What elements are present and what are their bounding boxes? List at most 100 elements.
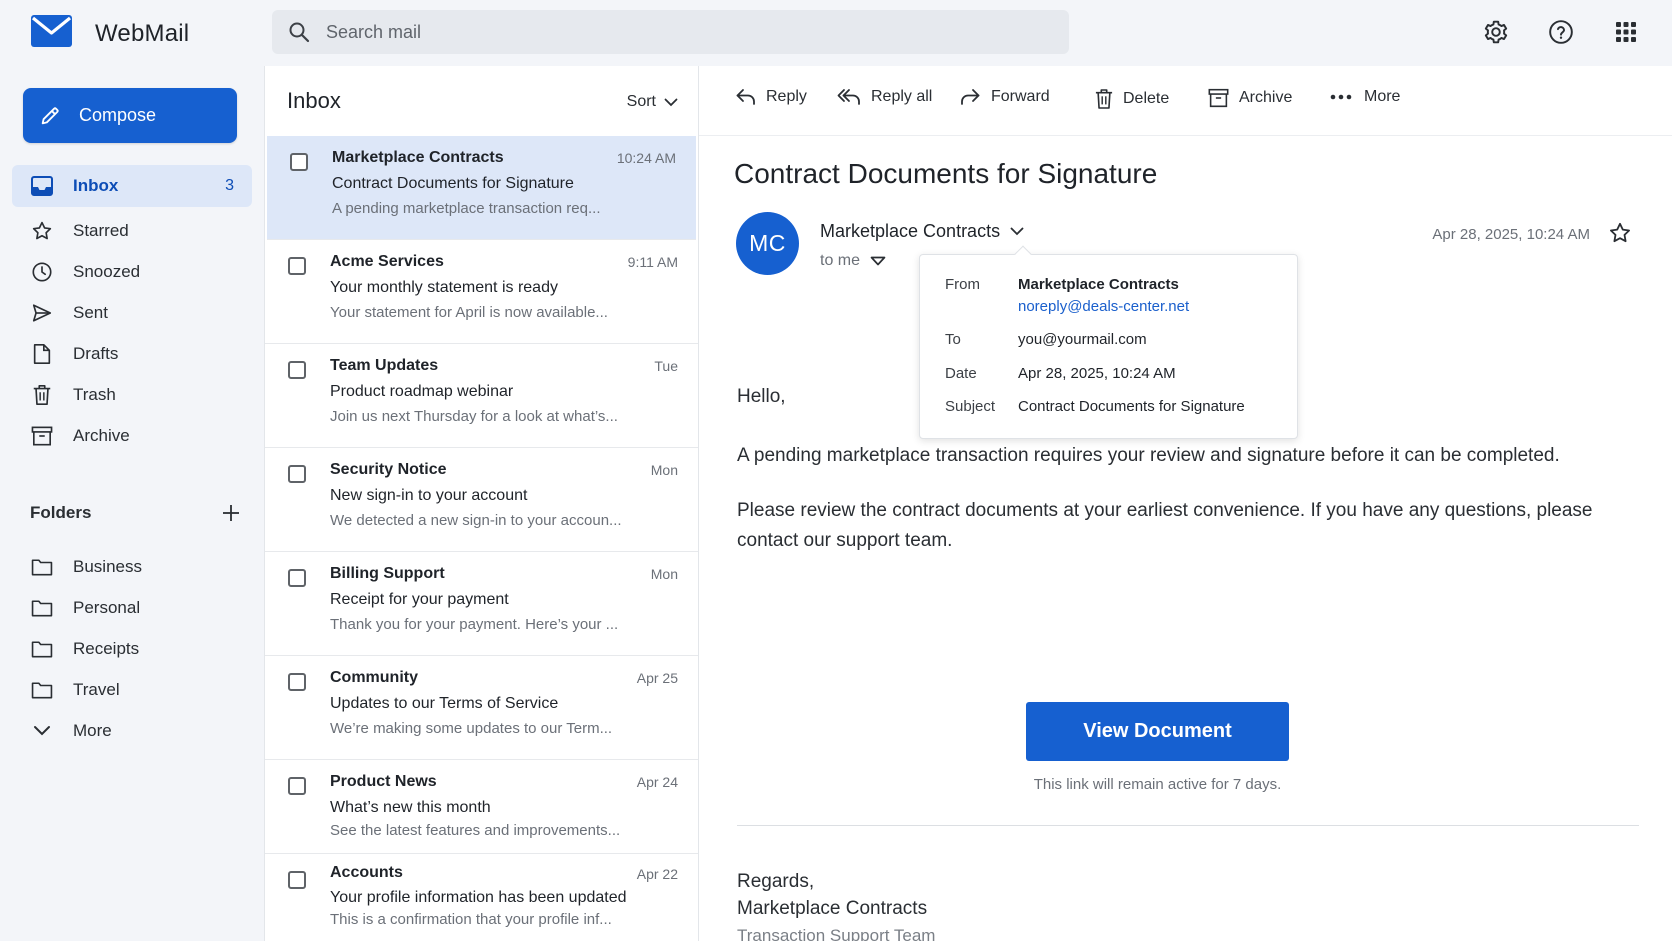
trash-icon [30, 383, 54, 407]
forward-icon [959, 88, 991, 106]
search-input[interactable] [326, 21, 1026, 43]
folder-icon [30, 596, 54, 620]
folders-header: Folders [30, 503, 240, 523]
email-subject: Your profile information has been update… [330, 889, 627, 906]
delete-button[interactable]: Delete [1095, 88, 1169, 110]
detail-label: Subject [945, 398, 996, 415]
sidebar-item-label: Archive [73, 425, 130, 445]
divider [737, 825, 1639, 826]
more-actions-button[interactable]: More [1330, 88, 1400, 106]
star-icon [30, 219, 54, 243]
recipient-label: to me [820, 252, 861, 269]
sidebar-item-snoozed[interactable]: Snoozed [12, 251, 252, 292]
sender-name[interactable]: Marketplace Contracts [820, 221, 1024, 242]
sender-name-text: Marketplace Contracts [820, 221, 1001, 241]
add-folder-plus-icon[interactable] [222, 504, 240, 522]
avatar: MC [736, 212, 799, 275]
detail-value: you@yourmail.com [1018, 331, 1147, 348]
folder-item-more[interactable]: More [12, 710, 252, 751]
sender-details-popup: From Marketplace Contracts noreply@deals… [919, 245, 1298, 439]
signature-name: Marketplace Contracts [737, 898, 928, 919]
sidebar-item-trash[interactable]: Trash [12, 374, 252, 415]
reply-all-button[interactable]: Reply all [837, 88, 932, 106]
reply-all-label: Reply all [871, 88, 933, 105]
mailbox-nav: Inbox 3 Starred Snoozed Sent Drafts Tras… [12, 165, 252, 456]
delete-label: Delete [1123, 90, 1170, 107]
sign-off: Regards, [737, 871, 815, 892]
email-subject: What’s new this month [330, 799, 491, 816]
folder-label: Travel [73, 679, 120, 699]
folder-label: Receipts [73, 638, 140, 658]
folder-item-travel[interactable]: Travel [12, 669, 252, 710]
sidebar-item-starred[interactable]: Starred [12, 210, 252, 251]
star-icon[interactable] [1608, 221, 1632, 250]
row-checkbox[interactable] [288, 777, 306, 795]
folder-list: Business Personal Receipts Travel More [12, 546, 252, 751]
view-document-button[interactable]: View Document [1026, 702, 1289, 761]
more-dots-icon [1330, 94, 1364, 100]
email-time: Mon [650, 462, 678, 478]
sidebar-item-archive[interactable]: Archive [12, 415, 252, 456]
email-snippet: We detected a new sign-in to your accoun… [330, 512, 622, 529]
compose-button[interactable]: Compose [23, 88, 237, 143]
email-time: Tue [654, 358, 678, 374]
table-row[interactable]: Acme Services 9:11 AM Your monthly state… [265, 240, 698, 344]
email-sender: Accounts [330, 864, 403, 881]
table-row[interactable]: Team Updates Tue Product roadmap webinar… [265, 344, 698, 448]
row-checkbox[interactable] [288, 257, 306, 275]
caret-down-icon [860, 256, 886, 266]
link-expiry-note: This link will remain active for 7 days. [1033, 776, 1282, 793]
row-checkbox[interactable] [288, 871, 306, 889]
detail-label: Date [945, 365, 977, 382]
sidebar-item-label: Starred [73, 220, 129, 240]
search-bar[interactable] [272, 10, 1069, 54]
trash-icon [1095, 88, 1123, 110]
sort-dropdown[interactable]: Sort [627, 93, 678, 111]
table-row[interactable]: Accounts Apr 22 Your profile information… [265, 854, 698, 941]
sidebar-item-label: Sent [73, 302, 108, 322]
row-checkbox[interactable] [288, 673, 306, 691]
row-checkbox[interactable] [288, 465, 306, 483]
email-sender: Team Updates [330, 357, 439, 374]
archive-button[interactable]: Archive [1208, 88, 1292, 108]
reading-pane: Reply Reply all Forward Delete Archive M… [699, 66, 1672, 941]
row-checkbox[interactable] [288, 361, 306, 379]
forward-label: Forward [991, 88, 1050, 105]
reply-button[interactable]: Reply [736, 88, 807, 106]
reply-icon [736, 88, 766, 106]
recipient-toggle[interactable]: to me [820, 252, 886, 270]
table-row[interactable]: Billing Support Mon Receipt for your pay… [265, 552, 698, 656]
sidebar-item-drafts[interactable]: Drafts [12, 333, 252, 374]
row-checkbox[interactable] [290, 153, 308, 171]
chevron-down-icon [656, 98, 678, 107]
folder-item-receipts[interactable]: Receipts [12, 628, 252, 669]
compose-label: Compose [79, 105, 157, 125]
email-snippet: This is a confirmation that your profile… [330, 911, 612, 928]
settings-gear-icon[interactable] [1480, 16, 1512, 48]
email-time: Mon [650, 566, 678, 582]
folder-label: Business [73, 556, 142, 576]
row-checkbox[interactable] [288, 569, 306, 587]
message-subject: Contract Documents for Signature [734, 158, 1158, 189]
sender-email-link[interactable]: noreply@deals-center.net [1018, 298, 1189, 315]
table-row[interactable]: Product News Apr 24 What’s new this mont… [265, 760, 698, 854]
sidebar-item-sent[interactable]: Sent [12, 292, 252, 333]
forward-button[interactable]: Forward [959, 88, 1050, 106]
email-snippet: See the latest features and improvements… [330, 822, 621, 839]
table-row[interactable]: Marketplace Contracts 10:24 AM Contract … [267, 136, 696, 240]
email-sender: Product News [330, 773, 437, 790]
app-logo[interactable]: WebMail [30, 14, 189, 53]
sidebar-item-inbox[interactable]: Inbox 3 [12, 165, 252, 207]
chevron-down-icon [1000, 227, 1024, 236]
folder-item-personal[interactable]: Personal [12, 587, 252, 628]
folder-item-business[interactable]: Business [12, 546, 252, 587]
detail-value: Apr 28, 2025, 10:24 AM [1018, 365, 1176, 382]
reply-all-icon [837, 88, 871, 106]
sidebar-item-label: Inbox [73, 176, 119, 195]
table-row[interactable]: Security Notice Mon New sign-in to your … [265, 448, 698, 552]
table-row[interactable]: Community Apr 25 Updates to our Terms of… [265, 656, 698, 760]
mail-logo-icon [30, 14, 73, 53]
email-subject: Receipt for your payment [330, 591, 509, 608]
apps-grid-icon[interactable] [1610, 16, 1642, 48]
help-icon[interactable] [1545, 16, 1577, 48]
